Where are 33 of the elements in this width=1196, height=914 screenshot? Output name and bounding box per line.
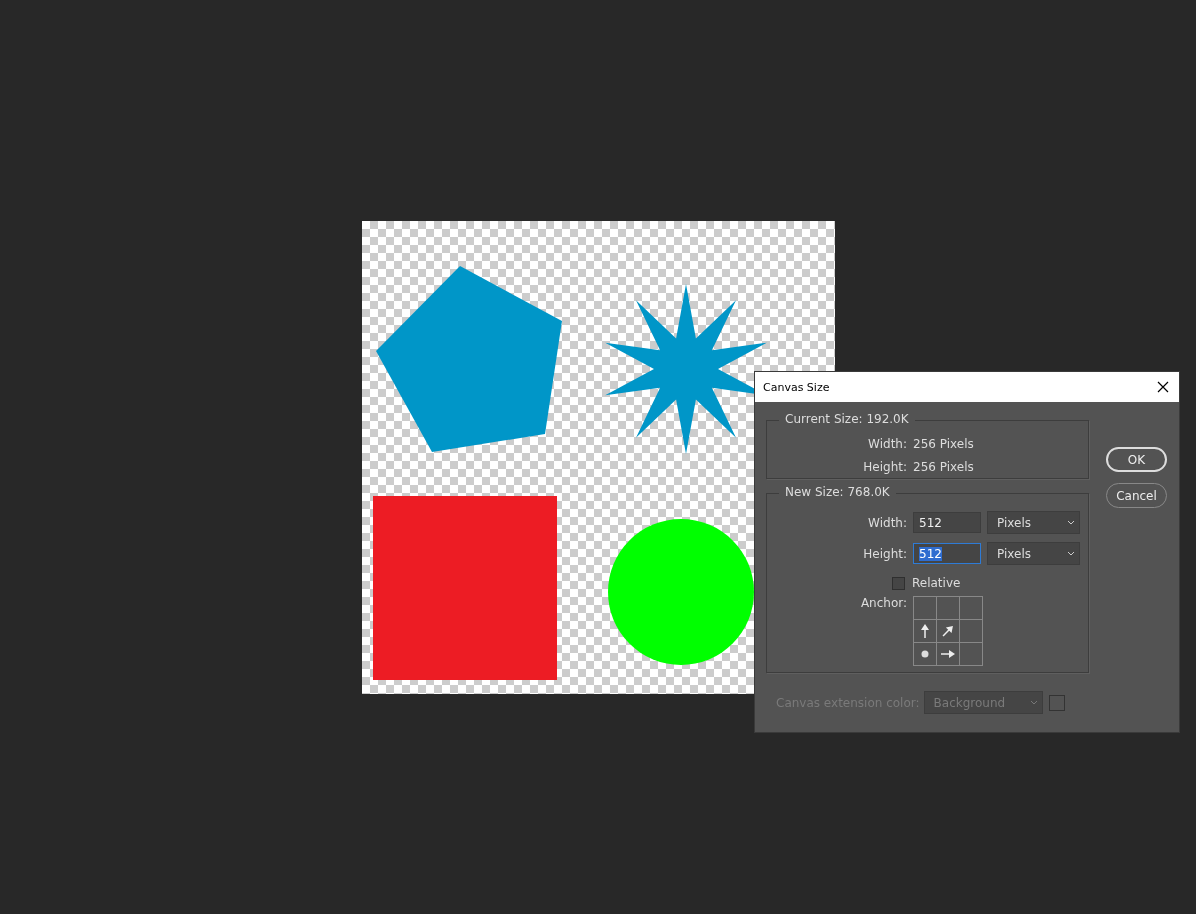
anchor-cell[interactable] [914,597,937,620]
size-label: Width: [867,436,907,451]
size-value: 256 Pixels [913,459,974,474]
size-input[interactable]: 512 [913,512,981,533]
checkbox-label: Relative [912,576,961,590]
anchor-cell[interactable] [937,597,960,620]
dialog-title: Canvas Size [763,380,830,394]
color-swatch[interactable] [1048,694,1065,711]
chevron-icon [1067,520,1075,525]
dot-icon [921,650,929,658]
size-input[interactable]: 512 [913,543,981,564]
unit-dropdown[interactable]: Pixels [987,542,1080,565]
anchor-cell[interactable] [960,643,983,666]
group-legend: Current Size: 192.0K [779,412,915,426]
anchor-cell[interactable] [937,643,960,666]
anchor-cell[interactable] [914,643,937,666]
anchor-label: Anchor: [859,596,907,612]
dialog-button[interactable]: OK [1106,447,1167,472]
size-label: Height: [862,459,907,474]
chevron-icon [1067,551,1075,556]
group-legend: New Size: 768.0K [779,485,896,499]
size-label: Width: [867,515,907,530]
unit-dropdown[interactable]: Pixels [987,511,1080,534]
size-label: Height: [862,546,907,561]
anchor-cell[interactable] [960,597,983,620]
anchor-cell[interactable] [960,620,983,643]
close-icon[interactable] [1157,381,1169,393]
chevron-icon [1029,700,1038,705]
relative-checkbox[interactable] [892,576,905,590]
anchor-cell[interactable] [937,620,960,643]
size-value: 256 Pixels [913,436,974,451]
dialog-button[interactable]: Cancel [1106,483,1167,508]
anchor-cell[interactable] [914,620,937,643]
